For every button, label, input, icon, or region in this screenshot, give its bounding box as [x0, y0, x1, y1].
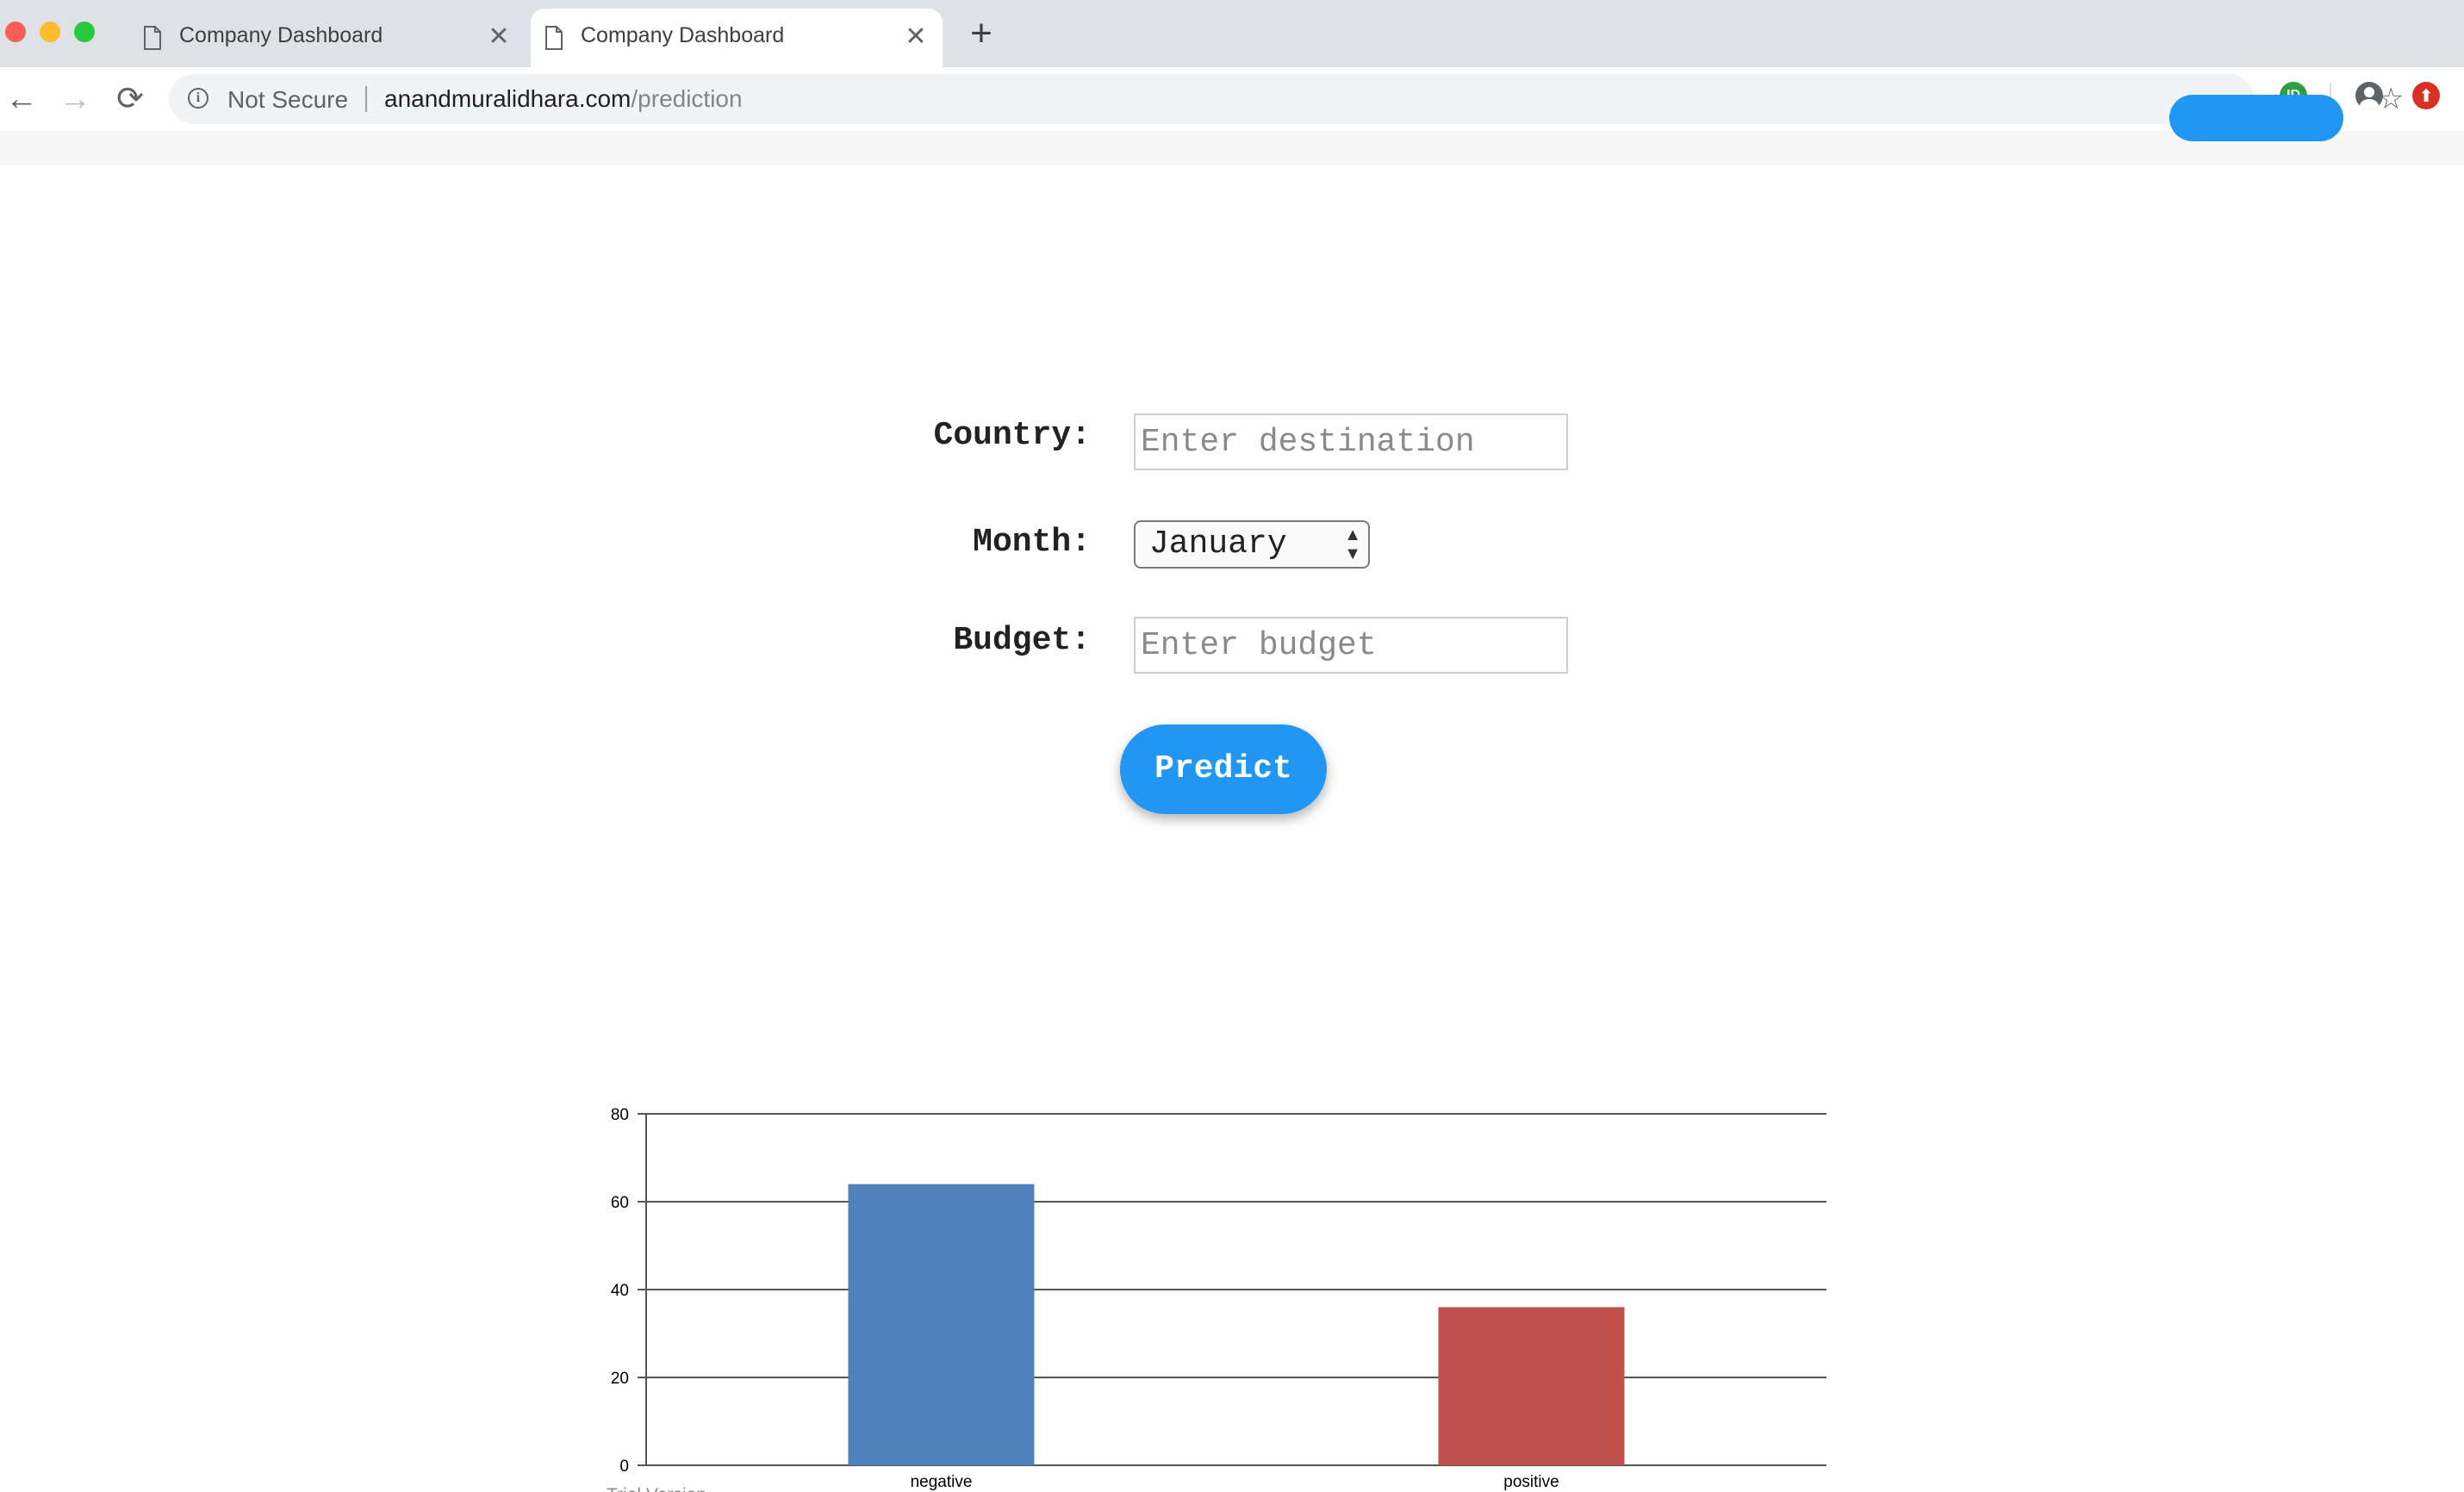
y-tick-label: 80	[611, 1106, 629, 1124]
y-tick-label: 20	[611, 1370, 629, 1388]
prediction-bar-chart: 0 20 40 60 80 negative positive Trial Version	[607, 1106, 1826, 1492]
y-tick-label: 0	[619, 1458, 629, 1476]
bar-positive	[1438, 1307, 1625, 1465]
y-tick-label: 40	[611, 1282, 629, 1300]
y-tick-label: 60	[611, 1194, 629, 1212]
trial-version-label: Trial Version	[607, 1485, 706, 1492]
x-tick-label: negative	[911, 1473, 973, 1491]
bar-negative	[848, 1184, 1035, 1465]
x-tick-label: positive	[1503, 1473, 1559, 1491]
